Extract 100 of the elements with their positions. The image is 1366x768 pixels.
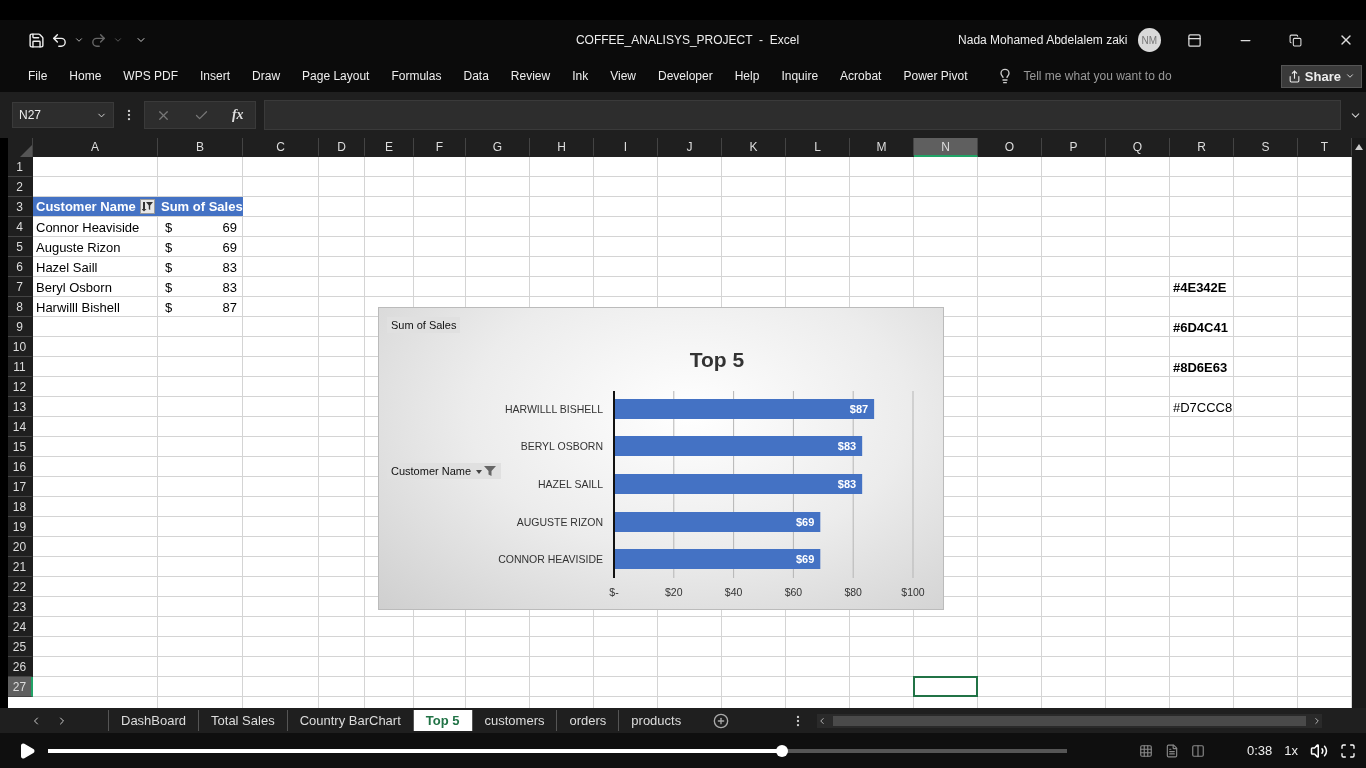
- row-header[interactable]: 14: [8, 417, 33, 437]
- row-header[interactable]: 8: [8, 297, 33, 317]
- column-header[interactable]: D: [319, 138, 365, 157]
- scroll-up-icon[interactable]: [1355, 144, 1363, 150]
- row-header[interactable]: 23: [8, 597, 33, 617]
- row-header[interactable]: 26: [8, 657, 33, 677]
- row-header[interactable]: 16: [8, 457, 33, 477]
- new-sheet-icon[interactable]: [713, 712, 730, 729]
- row-header[interactable]: 25: [8, 637, 33, 657]
- column-header[interactable]: M: [850, 138, 914, 157]
- column-header[interactable]: N: [914, 138, 978, 157]
- caret-icon[interactable]: [74, 35, 84, 45]
- column-header[interactable]: P: [1042, 138, 1106, 157]
- row-header[interactable]: 20: [8, 537, 33, 557]
- ribbon-tab[interactable]: Page Layout: [302, 69, 370, 83]
- ribbon-tab[interactable]: Inquire: [781, 69, 819, 83]
- share-button[interactable]: Share: [1280, 64, 1362, 88]
- column-header[interactable]: R: [1170, 138, 1234, 157]
- column-header[interactable]: J: [658, 138, 722, 157]
- row-header[interactable]: 11: [8, 357, 33, 377]
- row-header[interactable]: 5: [8, 237, 33, 257]
- sheet-tab[interactable]: customers: [471, 710, 557, 731]
- progress-thumb[interactable]: [775, 744, 788, 757]
- ribbon-tab[interactable]: Insert: [200, 69, 231, 83]
- ribbon-tab[interactable]: Data: [463, 69, 489, 83]
- column-header[interactable]: I: [594, 138, 658, 157]
- restore-icon[interactable]: [1289, 33, 1302, 47]
- ribbon-tab[interactable]: WPS PDF: [123, 69, 179, 83]
- row-header[interactable]: 13: [8, 397, 33, 417]
- speed-button[interactable]: 1x: [1284, 743, 1298, 758]
- ribbon-tab[interactable]: Power Pivot: [903, 69, 968, 83]
- column-header[interactable]: A: [33, 138, 158, 157]
- ribbon-tab[interactable]: Help: [734, 69, 760, 83]
- filter-button[interactable]: [140, 199, 155, 214]
- field-button[interactable]: Sum of Sales: [387, 317, 461, 333]
- undo-icon[interactable]: [51, 31, 68, 49]
- column-header[interactable]: T: [1298, 138, 1352, 157]
- row-header[interactable]: 21: [8, 557, 33, 577]
- ribbon-tab[interactable]: View: [610, 69, 636, 83]
- save-icon[interactable]: [28, 31, 45, 49]
- sheet-tab[interactable]: Total Sales: [198, 710, 287, 731]
- play-icon[interactable]: [18, 741, 36, 760]
- page-break-icon[interactable]: [1190, 743, 1205, 758]
- sheet-tab[interactable]: Country BarChart: [286, 710, 413, 731]
- column-header[interactable]: K: [722, 138, 786, 157]
- redo-icon[interactable]: [90, 31, 107, 49]
- fullscreen-icon[interactable]: [1340, 742, 1356, 759]
- column-header[interactable]: F: [414, 138, 466, 157]
- ribbon-tab[interactable]: Home: [69, 69, 102, 83]
- column-header[interactable]: B: [158, 138, 243, 157]
- row-header[interactable]: 18: [8, 497, 33, 517]
- active-cell[interactable]: [913, 676, 978, 697]
- ribbon-display-icon[interactable]: [1187, 32, 1202, 48]
- ribbon-tab[interactable]: Acrobat: [840, 69, 882, 83]
- row-header[interactable]: 6: [8, 257, 33, 277]
- sheet-tab[interactable]: orders: [556, 710, 619, 731]
- column-header[interactable]: G: [466, 138, 530, 157]
- sheet-tab[interactable]: Top 5: [412, 710, 472, 731]
- name-box[interactable]: N27: [12, 102, 114, 128]
- worksheet-grid[interactable]: [8, 138, 1352, 708]
- row-header[interactable]: 27: [8, 677, 33, 697]
- ribbon-tab[interactable]: Developer: [658, 69, 713, 83]
- column-header[interactable]: L: [786, 138, 850, 157]
- currency-symbol: $: [165, 299, 173, 315]
- insert-function-button[interactable]: fx: [231, 107, 244, 123]
- row-header[interactable]: 4: [8, 217, 33, 237]
- column-header[interactable]: C: [243, 138, 319, 157]
- row-header[interactable]: 7: [8, 277, 33, 297]
- axis-label: CONNOR HEAVISIDE: [498, 553, 603, 565]
- column-header[interactable]: H: [530, 138, 594, 157]
- column-header[interactable]: O: [978, 138, 1042, 157]
- page-layout-icon[interactable]: [1164, 743, 1179, 758]
- row-header[interactable]: 9: [8, 317, 33, 337]
- volume-icon[interactable]: [1310, 741, 1328, 760]
- column-header[interactable]: E: [365, 138, 414, 157]
- ribbon-tab[interactable]: Ink: [572, 69, 589, 83]
- normal-view-icon[interactable]: [1138, 743, 1153, 758]
- ribbon-tab[interactable]: File: [28, 69, 48, 83]
- row-header[interactable]: 22: [8, 577, 33, 597]
- ribbon-tab[interactable]: Review: [510, 69, 551, 83]
- column-header[interactable]: S: [1234, 138, 1298, 157]
- column-header[interactable]: Q: [1106, 138, 1170, 157]
- table-cell: Harwilll Bishell: [36, 299, 120, 315]
- row-header[interactable]: 19: [8, 517, 33, 537]
- row-header[interactable]: 1: [8, 157, 33, 177]
- sheet-tab[interactable]: DashBoard: [108, 710, 199, 731]
- sheet-tab[interactable]: products: [618, 710, 694, 731]
- ribbon-tab[interactable]: Formulas: [391, 69, 442, 83]
- row-header[interactable]: 10: [8, 337, 33, 357]
- vertical-scrollbar[interactable]: [1352, 138, 1366, 708]
- row-header[interactable]: 12: [8, 377, 33, 397]
- horizontal-scrollbar[interactable]: [817, 713, 1323, 728]
- row-header[interactable]: 17: [8, 477, 33, 497]
- row-header[interactable]: 15: [8, 437, 33, 457]
- row-header[interactable]: 3: [8, 197, 33, 217]
- tell-me-field[interactable]: Tell me what you want to do: [1021, 68, 1216, 84]
- row-header[interactable]: 2: [8, 177, 33, 197]
- ribbon-tab[interactable]: Draw: [252, 69, 281, 83]
- table-cell: 87: [222, 299, 237, 315]
- row-header[interactable]: 24: [8, 617, 33, 637]
